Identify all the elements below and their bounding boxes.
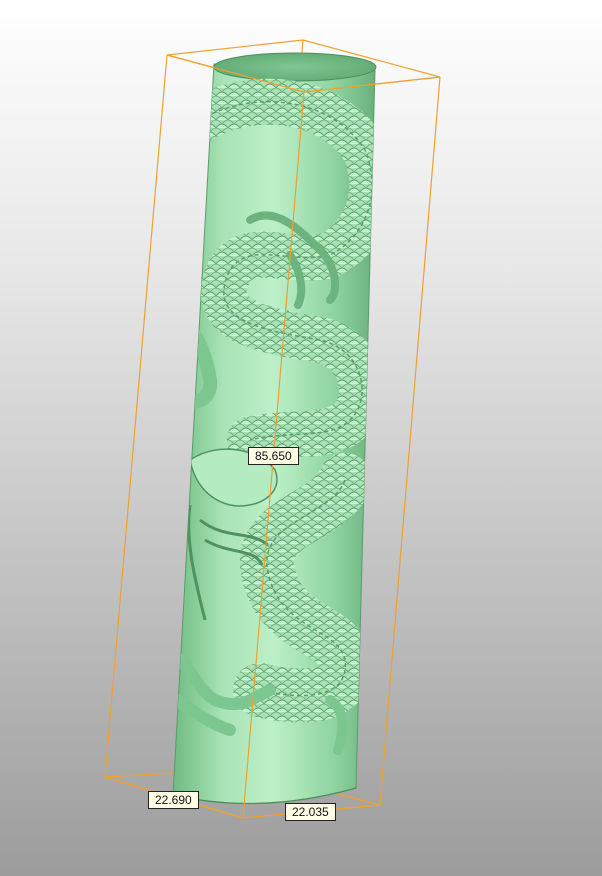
height-dimension-label: 85.650 bbox=[248, 447, 299, 465]
width-dimension-label: 22.690 bbox=[148, 791, 199, 809]
dragon-column-model[interactable] bbox=[160, 52, 377, 805]
column-top-cap bbox=[213, 52, 377, 82]
depth-dimension-label: 22.035 bbox=[285, 803, 336, 821]
3d-viewport[interactable]: 85.650 22.690 22.035 bbox=[0, 0, 602, 876]
scene-canvas[interactable] bbox=[0, 0, 602, 876]
